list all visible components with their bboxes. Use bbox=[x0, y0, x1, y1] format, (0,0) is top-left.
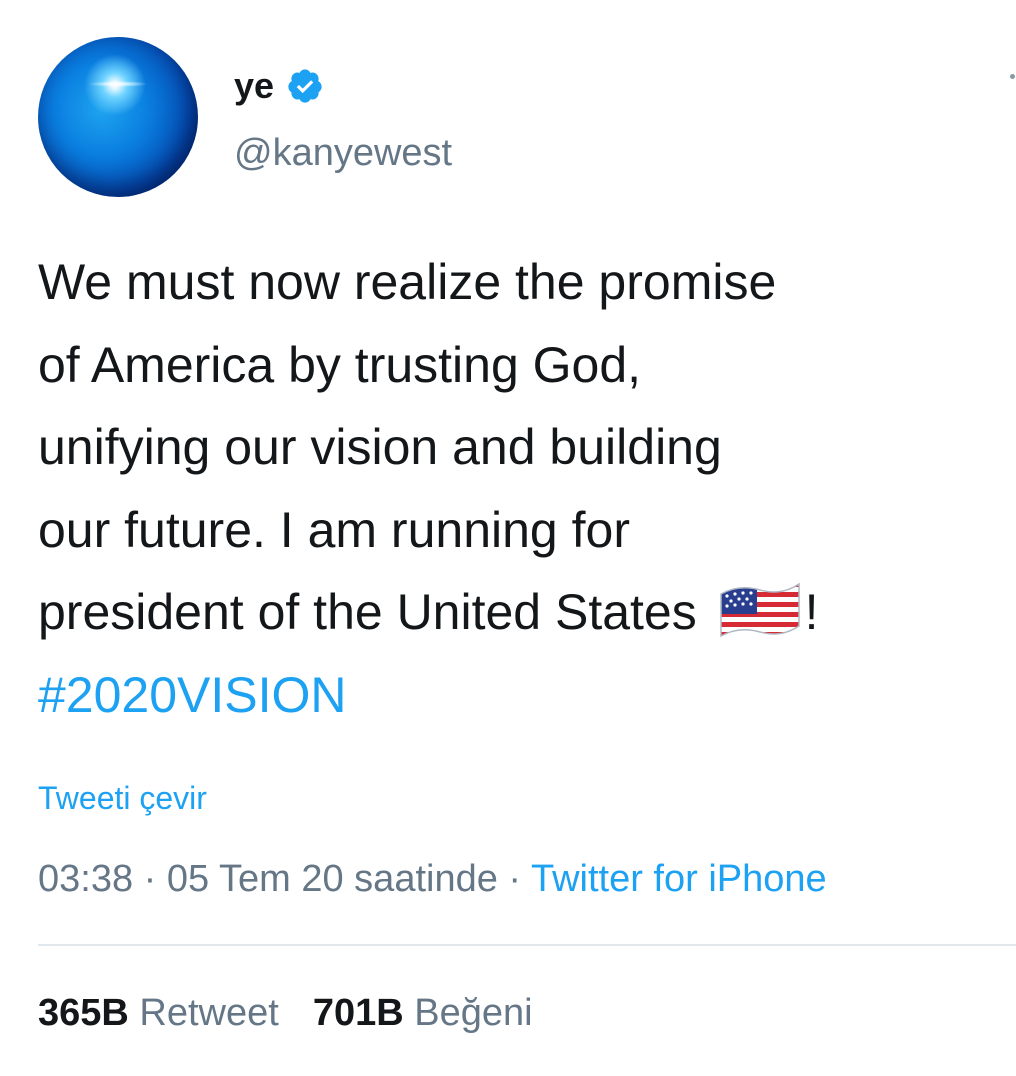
verified-badge-icon bbox=[286, 67, 324, 105]
tweet-text-line-last: president of the United States ! bbox=[38, 571, 1016, 654]
tweet-text-line: of America by trusting God, bbox=[38, 336, 642, 393]
likes-stat[interactable]: 701B Beğeni bbox=[313, 992, 533, 1034]
meta-separator: · bbox=[497, 858, 531, 900]
more-options-icon[interactable] bbox=[1010, 74, 1015, 79]
tweet-stats: 365B Retweet 701B Beğeni bbox=[38, 992, 533, 1035]
divider bbox=[38, 944, 1016, 946]
tweet-detail: ye @kanyewest We must now realize the pr… bbox=[0, 0, 1016, 1076]
avatar[interactable] bbox=[38, 37, 198, 197]
tweet-text-suffix: ! bbox=[804, 584, 819, 640]
tweet-meta: 03:38 · 05 Tem 20 saatinde · Twitter for… bbox=[38, 858, 827, 901]
tweet-text-line: our future. I am running for bbox=[38, 501, 630, 558]
retweets-label: Retweet bbox=[139, 992, 279, 1034]
tweet-text-line: president of the United States bbox=[38, 584, 711, 640]
likes-count: 701B bbox=[312, 992, 404, 1034]
meta-separator: · bbox=[133, 858, 167, 900]
tweet-text-line: unifying our vision and building bbox=[38, 419, 722, 475]
hashtag-link[interactable]: #2020VISION bbox=[38, 654, 1016, 737]
user-name-row[interactable]: ye bbox=[234, 58, 324, 114]
tweet-time[interactable]: 03:38 bbox=[38, 858, 133, 900]
tweet-date[interactable]: 05 Tem 20 saatinde bbox=[167, 858, 498, 900]
retweets-stat[interactable]: 365B Retweet bbox=[38, 992, 279, 1034]
likes-label: Beğeni bbox=[414, 992, 533, 1034]
avatar-highlight bbox=[88, 81, 148, 87]
user-handle[interactable]: @kanyewest bbox=[234, 132, 452, 175]
display-name[interactable]: ye bbox=[234, 65, 274, 107]
retweets-count: 365B bbox=[38, 992, 129, 1034]
tweet-source-link[interactable]: Twitter for iPhone bbox=[531, 858, 827, 900]
tweet-text-line: We must now realize the promise bbox=[38, 254, 777, 310]
us-flag-icon bbox=[717, 578, 803, 642]
tweet-text: We must now realize the promise of Ameri… bbox=[38, 241, 1016, 736]
translate-tweet-link[interactable]: Tweeti çevir bbox=[38, 780, 207, 817]
